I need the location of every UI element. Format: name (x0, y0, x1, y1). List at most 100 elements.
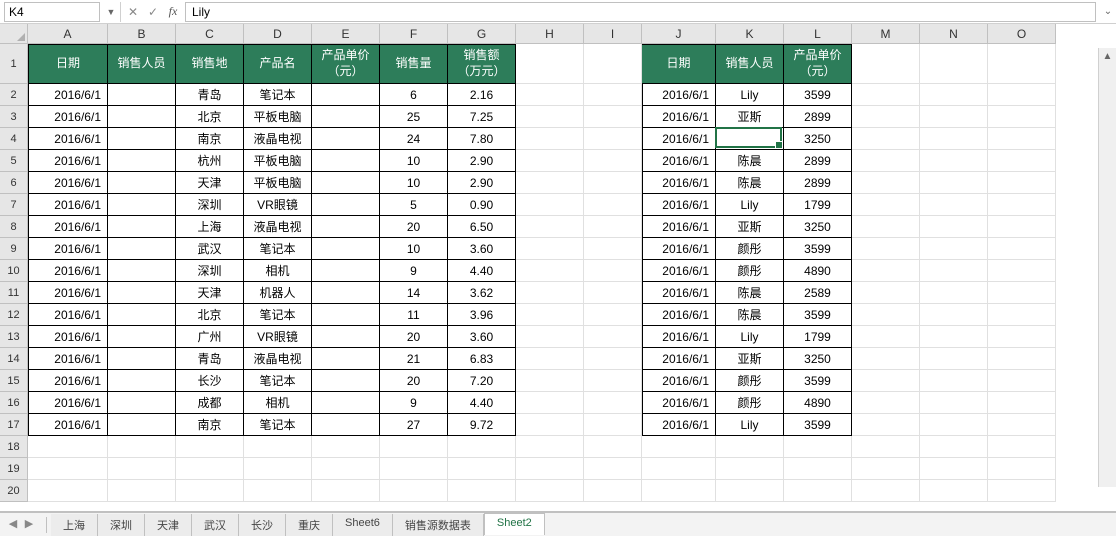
cell-A17[interactable]: 2016/6/1 (28, 414, 108, 436)
cell-B1[interactable]: 销售人员 (108, 44, 176, 84)
cell-L16[interactable]: 4890 (784, 392, 852, 414)
cell-A16[interactable]: 2016/6/1 (28, 392, 108, 414)
cell-N18[interactable] (920, 436, 988, 458)
cell-I10[interactable] (584, 260, 642, 282)
cell-D2[interactable]: 笔记本 (244, 84, 312, 106)
cell-E1[interactable]: 产品单价 （元） (312, 44, 380, 84)
cell-H11[interactable] (516, 282, 584, 304)
sheet-tab-Sheet2[interactable]: Sheet2 (484, 513, 545, 535)
cell-D6[interactable]: 平板电脑 (244, 172, 312, 194)
cell-J14[interactable]: 2016/6/1 (642, 348, 716, 370)
cell-K11[interactable]: 陈晨 (716, 282, 784, 304)
row-header-9[interactable]: 9 (0, 238, 28, 260)
cell-G1[interactable]: 销售额 （万元） (448, 44, 516, 84)
cell-B16[interactable] (108, 392, 176, 414)
cell-K19[interactable] (716, 458, 784, 480)
sheet-tab-Sheet6[interactable]: Sheet6 (333, 514, 393, 536)
cell-D12[interactable]: 笔记本 (244, 304, 312, 326)
cell-D16[interactable]: 相机 (244, 392, 312, 414)
cell-E2[interactable] (312, 84, 380, 106)
column-header-A[interactable]: A (28, 24, 108, 44)
cell-E6[interactable] (312, 172, 380, 194)
cell-L11[interactable]: 2589 (784, 282, 852, 304)
cell-C6[interactable]: 天津 (176, 172, 244, 194)
cell-A12[interactable]: 2016/6/1 (28, 304, 108, 326)
cell-K2[interactable]: Lily (716, 84, 784, 106)
cell-L5[interactable]: 2899 (784, 150, 852, 172)
cell-K14[interactable]: 亚斯 (716, 348, 784, 370)
cell-B11[interactable] (108, 282, 176, 304)
cell-H20[interactable] (516, 480, 584, 502)
column-header-F[interactable]: F (380, 24, 448, 44)
row-header-17[interactable]: 17 (0, 414, 28, 436)
cell-F20[interactable] (380, 480, 448, 502)
cell-K10[interactable]: 颜彤 (716, 260, 784, 282)
tab-nav-next-icon[interactable]: ▶ (22, 517, 36, 533)
cell-K12[interactable]: 陈晨 (716, 304, 784, 326)
cell-E17[interactable] (312, 414, 380, 436)
cell-D11[interactable]: 机器人 (244, 282, 312, 304)
cell-A8[interactable]: 2016/6/1 (28, 216, 108, 238)
cell-G9[interactable]: 3.60 (448, 238, 516, 260)
row-header-8[interactable]: 8 (0, 216, 28, 238)
cell-B10[interactable] (108, 260, 176, 282)
cell-A20[interactable] (28, 480, 108, 502)
sheet-tab-深圳[interactable]: 深圳 (98, 514, 145, 536)
cell-I16[interactable] (584, 392, 642, 414)
enter-icon[interactable]: ✓ (143, 2, 163, 22)
cell-O6[interactable] (988, 172, 1056, 194)
cell-M18[interactable] (852, 436, 920, 458)
cell-E7[interactable] (312, 194, 380, 216)
column-header-G[interactable]: G (448, 24, 516, 44)
cell-B6[interactable] (108, 172, 176, 194)
cell-J7[interactable]: 2016/6/1 (642, 194, 716, 216)
cell-N19[interactable] (920, 458, 988, 480)
row-header-15[interactable]: 15 (0, 370, 28, 392)
cell-J4[interactable]: 2016/6/1 (642, 128, 716, 150)
cell-E4[interactable] (312, 128, 380, 150)
cell-I20[interactable] (584, 480, 642, 502)
cell-M20[interactable] (852, 480, 920, 502)
column-header-D[interactable]: D (244, 24, 312, 44)
cell-C2[interactable]: 青岛 (176, 84, 244, 106)
cell-C10[interactable]: 深圳 (176, 260, 244, 282)
name-box-dropdown-icon[interactable]: ▼ (104, 7, 118, 17)
cell-H16[interactable] (516, 392, 584, 414)
formula-bar-expand-icon[interactable]: ⌄ (1100, 6, 1116, 17)
cell-B5[interactable] (108, 150, 176, 172)
cell-H18[interactable] (516, 436, 584, 458)
cell-L4[interactable]: 3250 (784, 128, 852, 150)
cell-I4[interactable] (584, 128, 642, 150)
cell-M2[interactable] (852, 84, 920, 106)
cell-L13[interactable]: 1799 (784, 326, 852, 348)
cell-L8[interactable]: 3250 (784, 216, 852, 238)
cell-O7[interactable] (988, 194, 1056, 216)
cell-F19[interactable] (380, 458, 448, 480)
column-header-O[interactable]: O (988, 24, 1056, 44)
cell-I19[interactable] (584, 458, 642, 480)
cell-H13[interactable] (516, 326, 584, 348)
cell-J3[interactable]: 2016/6/1 (642, 106, 716, 128)
cell-J9[interactable]: 2016/6/1 (642, 238, 716, 260)
cell-N11[interactable] (920, 282, 988, 304)
name-box[interactable]: K4 (4, 2, 100, 22)
tab-nav-prev-icon[interactable]: ◀ (6, 517, 20, 533)
cell-N3[interactable] (920, 106, 988, 128)
row-header-10[interactable]: 10 (0, 260, 28, 282)
cell-F15[interactable]: 20 (380, 370, 448, 392)
cell-F4[interactable]: 24 (380, 128, 448, 150)
cell-L12[interactable]: 3599 (784, 304, 852, 326)
cell-M14[interactable] (852, 348, 920, 370)
cell-E19[interactable] (312, 458, 380, 480)
cell-H14[interactable] (516, 348, 584, 370)
cell-A3[interactable]: 2016/6/1 (28, 106, 108, 128)
row-header-19[interactable]: 19 (0, 458, 28, 480)
cell-N1[interactable] (920, 44, 988, 84)
cell-I7[interactable] (584, 194, 642, 216)
cell-L9[interactable]: 3599 (784, 238, 852, 260)
cell-M5[interactable] (852, 150, 920, 172)
cell-C14[interactable]: 青岛 (176, 348, 244, 370)
cell-G16[interactable]: 4.40 (448, 392, 516, 414)
cell-M1[interactable] (852, 44, 920, 84)
cell-F2[interactable]: 6 (380, 84, 448, 106)
